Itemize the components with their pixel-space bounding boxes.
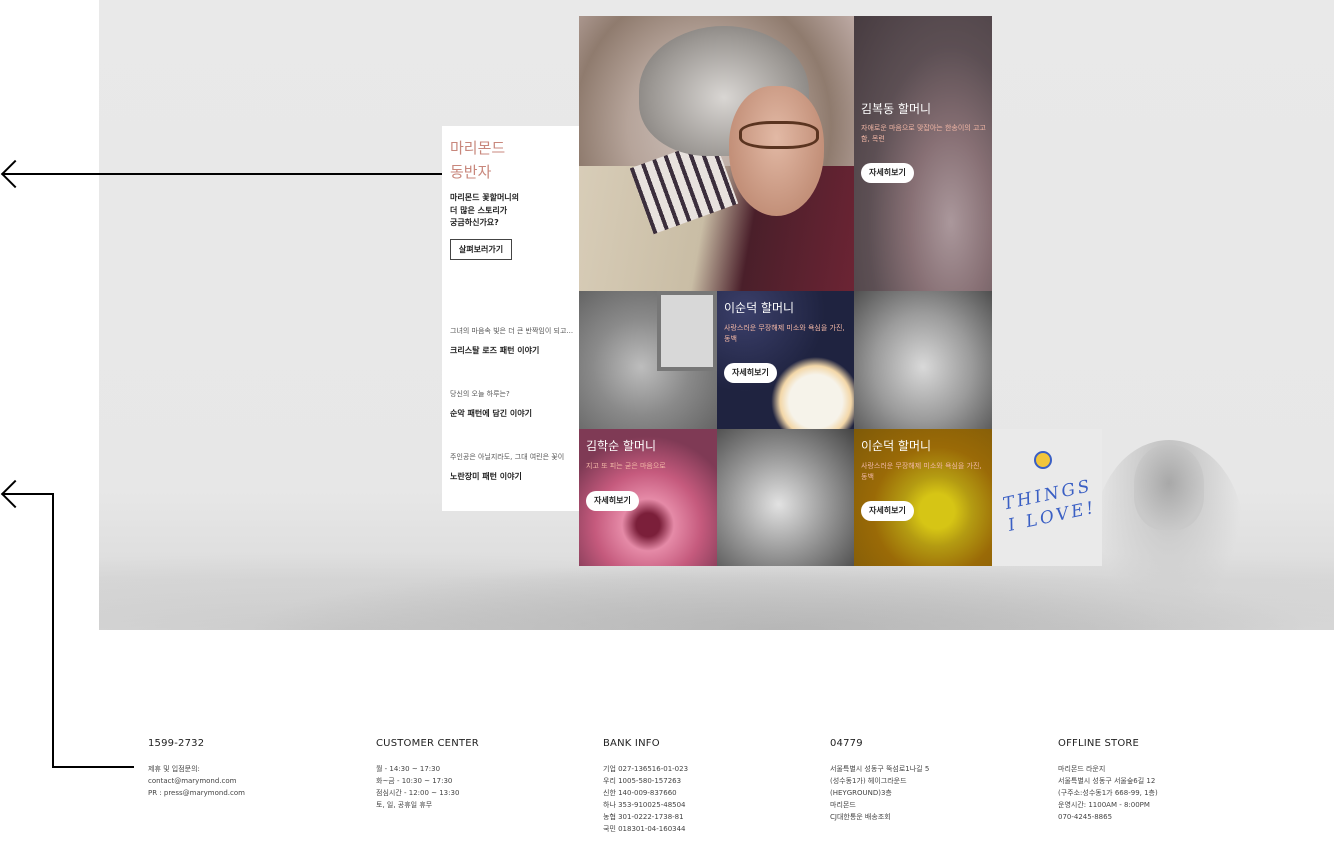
footer-line: 토, 일, 공휴일 휴무	[376, 801, 433, 809]
footer-customer-center: CUSTOMER CENTER 월 - 14:30 ~ 17:30 화~금 - …	[376, 738, 576, 811]
detail-button[interactable]: 자세히보기	[861, 501, 914, 521]
footer-lines: 마리몬드 라운지 서울특별시 성동구 서울숲6길 12 (구주소:성수동1가 6…	[1058, 763, 1258, 823]
footer-line: 하나 353-910025-48504	[603, 801, 686, 809]
story-item-yellow-rose[interactable]: 주인공은 아닐지라도, 그대 여린은 꽃이 노란장미 패턴 이야기	[450, 452, 575, 482]
footer-line: (성수동1가) 헤이그라운드	[830, 777, 907, 785]
footer-lines: 월 - 14:30 ~ 17:30 화~금 - 10:30 ~ 17:30 점심…	[376, 763, 576, 811]
tile-title: 김복동 할머니	[861, 102, 932, 116]
panel-description: 마리몬드 꽃할머니의 더 많은 스토리가 궁금하신가요?	[450, 192, 570, 230]
footer-line: 기업 027-136516-01-023	[603, 765, 689, 773]
photo-grandmother-3[interactable]	[717, 429, 854, 566]
footer-line: 070-4245-8865	[1058, 813, 1113, 821]
footer-contact: 1599-2732 제휴 및 입점문의: contact@marymond.co…	[148, 738, 348, 799]
photo-grandmother-2[interactable]	[854, 291, 992, 429]
annotation-arrow-bottom-v	[52, 493, 54, 768]
story-subtitle: 당신의 오늘 하루는?	[450, 390, 510, 398]
photo-frame	[657, 291, 717, 371]
companion-panel: 마리몬드 동반자 마리몬드 꽃할머니의 더 많은 스토리가 궁금하신가요? 살펴…	[442, 126, 579, 511]
tile-subtitle: 사랑스러운 무장해제 미소와 욕심을 가진, 동백	[861, 462, 982, 481]
footer-line: (HEYGROUND)3층	[830, 789, 892, 797]
sun-icon	[1034, 451, 1052, 469]
tile-title: 이순덕 할머니	[861, 439, 932, 453]
things-i-love-tile[interactable]: THINGS I LOVE!	[992, 429, 1102, 566]
tile-subtitle: 사랑스러운 무장해제 미소와 욕심을 가진, 동백	[724, 324, 845, 343]
annotation-arrow-top-head	[0, 159, 30, 189]
story-subtitle: 주인공은 아닐지라도, 그대 여린은 꽃이	[450, 453, 565, 461]
footer-line: 화~금 - 10:30 ~ 17:30	[376, 777, 453, 785]
footer-line: 점심시간 - 12:00 ~ 13:30	[376, 789, 460, 797]
story-subtitle: 그녀의 마음속 빛은 더 큰 반짝임이 되고...	[450, 327, 574, 335]
panel-desc-line1: 마리몬드 꽃할머니의	[450, 193, 520, 202]
portrait-large-image[interactable]	[579, 16, 854, 291]
footer-line: 운영시간: 1100AM - 8:00PM	[1058, 801, 1150, 809]
portrait-face	[729, 86, 824, 216]
tile-title: 김학순 할머니	[586, 439, 657, 453]
footer-line: 서울특별시 성동구 뚝섬로1나길 5	[830, 765, 930, 773]
story-item-sunak[interactable]: 당신의 오늘 하루는? 순악 패턴에 담긴 이야기	[450, 389, 575, 419]
panel-title-line1: 마리몬드	[450, 139, 506, 157]
footer-address: 04779 서울특별시 성동구 뚝섬로1나길 5 (성수동1가) 헤이그라운드 …	[830, 738, 1030, 823]
footer-line: (구주소:성수동1가 668-99, 1층)	[1058, 789, 1158, 797]
footer-line: 마리몬드 라운지	[1058, 765, 1106, 773]
footer-heading: OFFLINE STORE	[1058, 738, 1140, 749]
annotation-arrow-bottom-h2	[52, 766, 134, 768]
tile-title: 이순덕 할머니	[724, 301, 795, 315]
footer-heading: 04779	[830, 738, 863, 749]
story-title[interactable]: 크리스탈 로즈 패턴 이야기	[450, 345, 575, 356]
tile-subtitle: 지고 또 피는 굳은 마음으로	[586, 462, 666, 470]
footer-lines: 제휴 및 입점문의: contact@marymond.com PR : pre…	[148, 763, 348, 799]
portrait-glasses	[739, 121, 819, 149]
story-title[interactable]: 순악 패턴에 담긴 이야기	[450, 408, 575, 419]
page-root: { "panel": { "title_line1": "마리몬드", "tit…	[0, 0, 1334, 868]
explore-button[interactable]: 살펴보러가기	[450, 239, 512, 260]
footer-email-link[interactable]: contact@marymond.com	[148, 775, 348, 787]
things-i-love-text: THINGS I LOVE!	[1001, 476, 1099, 536]
tile-subtitle: 자애로운 마음으로 맞잡아는 한송이의 고고함, 목련	[861, 124, 986, 143]
footer-heading: BANK INFO	[603, 738, 660, 749]
tile-lee-sundeok-2[interactable]: 이순덕 할머니 사랑스러운 무장해제 미소와 욕심을 가진, 동백 자세히보기	[854, 429, 992, 566]
panel-title-line2: 동반자	[450, 163, 492, 181]
footer-line: 월 - 14:30 ~ 17:30	[376, 765, 441, 773]
statue-head-image	[1134, 445, 1204, 530]
tile-kim-haksun[interactable]: 김학순 할머니 지고 또 피는 굳은 마음으로 자세히보기	[579, 429, 717, 566]
footer-line: 농협 301-0222-1738-81	[603, 813, 684, 821]
footer-line: 마리몬드	[830, 801, 856, 809]
footer-line: 제휴 및 입점문의:	[148, 765, 200, 773]
panel-title: 마리몬드 동반자	[450, 136, 570, 184]
footer-lines: 서울특별시 성동구 뚝섬로1나길 5 (성수동1가) 헤이그라운드 (HEYGR…	[830, 763, 1030, 823]
delivery-tracking-link[interactable]: CJ대한통운 배송조회	[830, 811, 1030, 823]
detail-button[interactable]: 자세히보기	[861, 163, 914, 183]
tile-kim-bokdong[interactable]: 김복동 할머니 자애로운 마음으로 맞잡아는 한송이의 고고함, 목련 자세히보…	[854, 16, 992, 291]
footer-heading: CUSTOMER CENTER	[376, 738, 479, 749]
panel-desc-line2: 더 많은 스토리가	[450, 205, 508, 215]
footer-line: 우리 1005-580-157263	[603, 777, 682, 785]
footer-pr-link[interactable]: PR : press@marymond.com	[148, 787, 348, 799]
story-title[interactable]: 노란장미 패턴 이야기	[450, 471, 575, 482]
footer-line: 국민 018301-04-160344	[603, 825, 686, 833]
annotation-arrow-bottom-head	[0, 479, 30, 509]
footer-line: 신한 140-009-837660	[603, 789, 677, 797]
footer-bank-info: BANK INFO 기업 027-136516-01-023 우리 1005-5…	[603, 738, 803, 835]
detail-button[interactable]: 자세히보기	[724, 363, 777, 383]
annotation-arrow-top-line	[2, 173, 442, 175]
footer-heading: 1599-2732	[148, 738, 205, 749]
detail-button[interactable]: 자세히보기	[586, 491, 639, 511]
footer-offline-store: OFFLINE STORE 마리몬드 라운지 서울특별시 성동구 서울숲6길 1…	[1058, 738, 1258, 823]
story-item-crystal-rose[interactable]: 그녀의 마음속 빛은 더 큰 반짝임이 되고... 크리스탈 로즈 패턴 이야기	[450, 326, 575, 356]
footer-lines: 기업 027-136516-01-023 우리 1005-580-157263 …	[603, 763, 803, 835]
footer-line: 서울특별시 성동구 서울숲6길 12	[1058, 777, 1156, 785]
photo-grandmother-1[interactable]	[579, 291, 717, 429]
panel-desc-line3: 궁금하신가요?	[450, 218, 499, 227]
tile-lee-sundeok-1[interactable]: 이순덕 할머니 사랑스러운 무장해제 미소와 욕심을 가진, 동백 자세히보기	[717, 291, 854, 429]
